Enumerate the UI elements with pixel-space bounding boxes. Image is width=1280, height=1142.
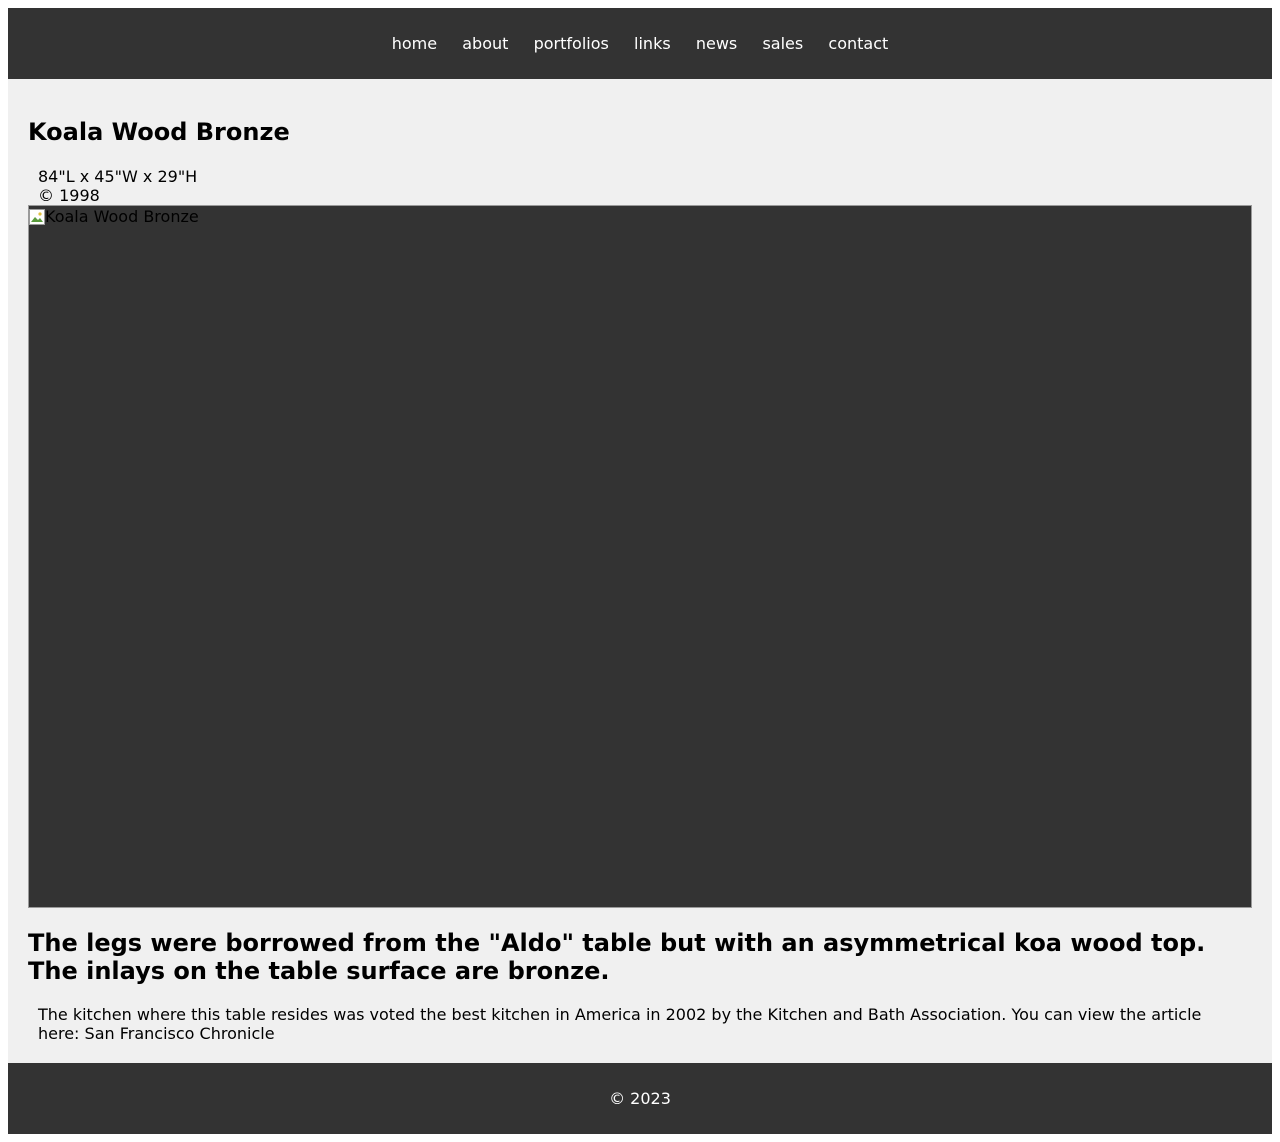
main-nav: home about portfolios links news sales c… [8, 8, 1272, 79]
artwork-image: Koala Wood Bronze [28, 205, 1252, 908]
nav-link-home[interactable]: home [379, 34, 450, 54]
artwork-meta: 84"L x 45"W x 29"H © 1998 [38, 167, 197, 205]
artwork-note: The kitchen where this table resides was… [38, 1005, 1238, 1043]
broken-image-icon [29, 208, 45, 225]
artwork-description: The legs were borrowed from the "Aldo" t… [28, 929, 1206, 985]
image-alt-text-row: Koala Wood Bronze [29, 207, 199, 226]
nav-link-news[interactable]: news [683, 34, 750, 54]
image-alt-text: Koala Wood Bronze [45, 207, 199, 226]
nav-link-about[interactable]: about [450, 34, 521, 54]
page-title: Koala Wood Bronze [28, 118, 290, 146]
artwork-copyright: © 1998 [38, 186, 100, 205]
nav-link-sales[interactable]: sales [750, 34, 816, 54]
nav-link-links[interactable]: links [621, 34, 683, 54]
nav-link-portfolios[interactable]: portfolios [521, 34, 621, 54]
article-link[interactable]: San Francisco Chronicle [85, 1024, 275, 1043]
footer-copyright: © 2023 [609, 1088, 671, 1108]
nav-link-contact[interactable]: contact [816, 34, 901, 54]
page: home about portfolios links news sales c… [8, 8, 1272, 1134]
artwork-dimensions: 84"L x 45"W x 29"H [38, 167, 198, 186]
site-header: home about portfolios links news sales c… [8, 8, 1272, 79]
site-footer: © 2023 [8, 1063, 1272, 1134]
